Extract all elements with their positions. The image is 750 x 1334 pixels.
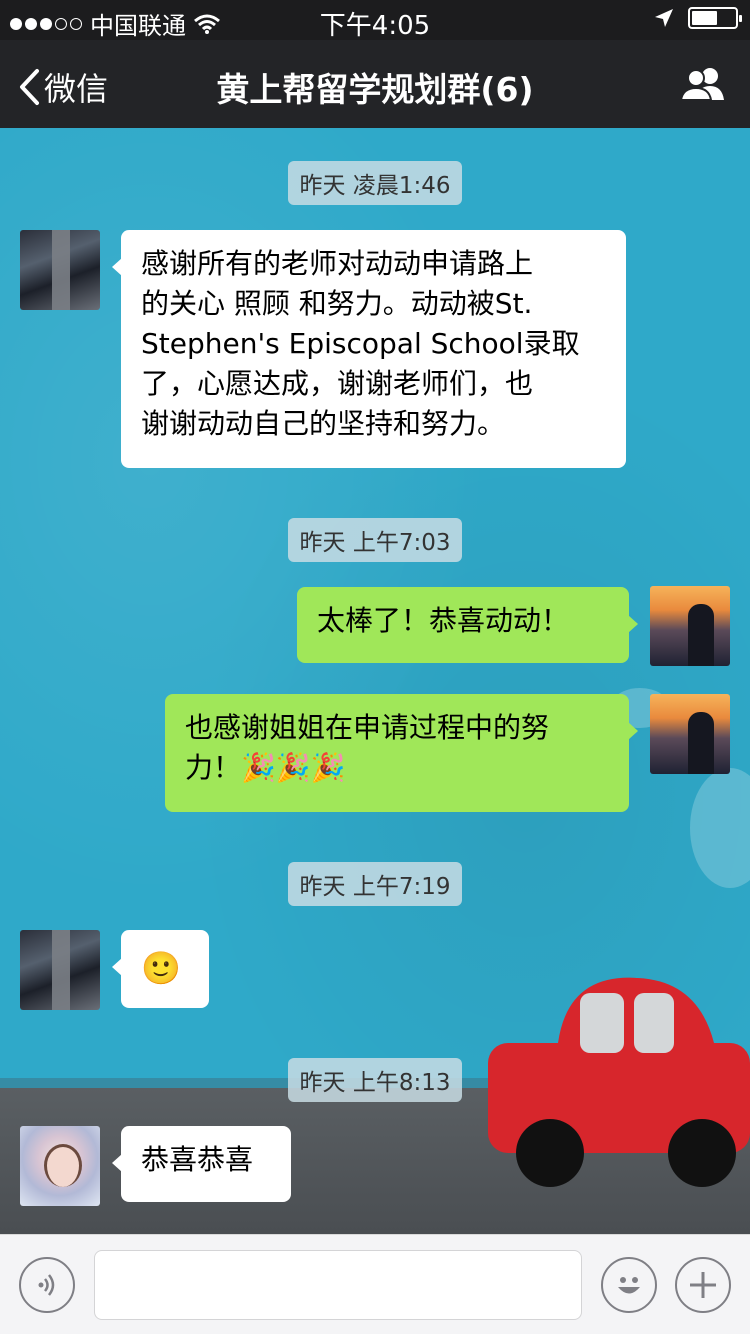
timestamp-label: 昨天 上午7:03 [287, 518, 463, 562]
chat-area[interactable]: 昨天 凌晨1:46 感谢所有的老师对动动申请路上 的关心 照顾 和努力。动动被S… [0, 128, 750, 1234]
emoji-button[interactable] [601, 1257, 657, 1313]
emoji-face-icon [618, 1277, 640, 1294]
chat-title: 黄上帮留学规划群(6) [216, 70, 534, 109]
group-members-button[interactable] [679, 66, 726, 106]
voice-icon [38, 1274, 55, 1296]
message-line: 的关心 照顾 和努力。动动被St. [141, 287, 533, 320]
message-input[interactable] [94, 1250, 582, 1320]
timestamp-label: 昨天 上午7:19 [287, 862, 463, 906]
status-right [654, 7, 742, 29]
input-bar [0, 1234, 750, 1334]
message-line: 感谢所有的老师对动动申请路上 [141, 247, 534, 280]
timestamp: 昨天 上午7:03 [0, 518, 750, 562]
avatar[interactable] [20, 930, 100, 1010]
group-members-icon [679, 68, 724, 101]
avatar[interactable] [20, 1126, 100, 1206]
message-line: 谢谢动动自己的坚持和努力。 [141, 407, 506, 440]
add-button[interactable] [675, 1257, 731, 1313]
smiley-emoji: 🙂 [141, 949, 181, 987]
battery-icon [688, 7, 742, 29]
timestamp: 昨天 上午7:19 [0, 862, 750, 906]
message-bubble-incoming[interactable]: 恭喜恭喜 [112, 1126, 291, 1202]
plus-icon [690, 1272, 716, 1298]
timestamp: 昨天 上午8:13 [0, 1058, 750, 1102]
avatar[interactable] [20, 230, 100, 310]
message-bubble-incoming[interactable]: 感谢所有的老师对动动申请路上 的关心 照顾 和努力。动动被St. Stephen… [112, 230, 626, 468]
message-line: 了，心愿达成，谢谢老师们，也 [141, 367, 534, 400]
status-time: 下午4:05 [319, 11, 431, 41]
timestamp-label: 昨天 上午8:13 [287, 1058, 463, 1102]
message-line: 也感谢姐姐在申请过程中的努 [185, 711, 550, 744]
message-line: 太棒了！恭喜动动！ [317, 604, 570, 637]
avatar[interactable] [650, 586, 730, 666]
avatar[interactable] [650, 694, 730, 774]
message-line: 恭喜恭喜 [141, 1143, 254, 1176]
status-bar: 中国联通 下午4:05 [0, 0, 750, 41]
navigation-bar: 微信 黄上帮留学规划群(6) [0, 40, 750, 128]
location-arrow-icon [655, 9, 673, 27]
message-bubble-incoming[interactable]: 🙂 [112, 930, 209, 1008]
message-bubble-outgoing[interactable]: 太棒了！恭喜动动！ [297, 587, 638, 663]
message-line-with-emoji: 力！🎉🎉🎉 [185, 748, 609, 788]
message-line: Stephen's Episcopal School录取 [141, 327, 580, 360]
timestamp-label: 昨天 凌晨1:46 [287, 161, 463, 205]
voice-button[interactable] [19, 1257, 75, 1313]
message-bubble-outgoing[interactable]: 也感谢姐姐在申请过程中的努 力！🎉🎉🎉 [165, 694, 638, 812]
party-popper-emoji: 🎉🎉🎉 [241, 751, 346, 784]
message-line: 力！ [185, 751, 242, 784]
timestamp: 昨天 凌晨1:46 [0, 161, 750, 205]
